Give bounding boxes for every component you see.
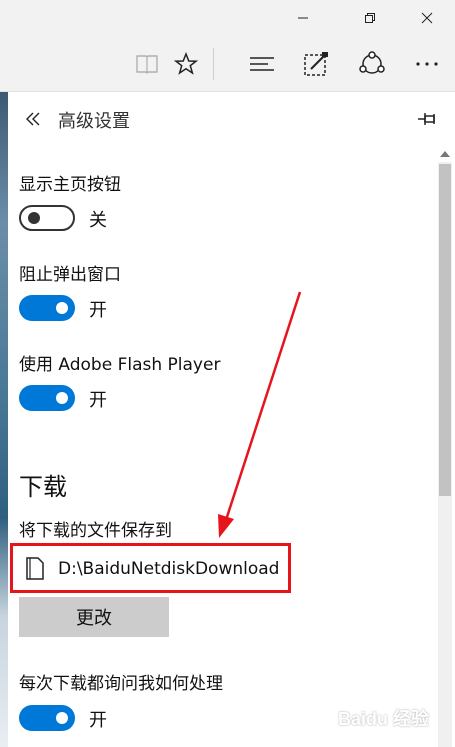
reading-view-button[interactable] xyxy=(127,36,167,92)
restore-button[interactable] xyxy=(347,0,393,36)
close-button[interactable] xyxy=(404,0,450,36)
toolbar-separator xyxy=(213,48,214,80)
minimize-icon xyxy=(298,17,308,19)
block-popups-toggle-state: 开 xyxy=(89,300,107,321)
hub-button[interactable] xyxy=(242,36,282,92)
home-button-setting-label: 显示主页按钮 xyxy=(19,175,121,195)
download-path-text: D:\BaiduNetdiskDownload xyxy=(58,559,280,579)
share-button[interactable] xyxy=(352,36,392,92)
back-button[interactable] xyxy=(20,106,46,132)
save-location-label: 将下载的文件保存到 xyxy=(19,521,172,541)
minimize-button[interactable] xyxy=(280,0,326,36)
caret-up-icon xyxy=(440,151,450,157)
watermark: Baidu 经验 xyxy=(338,709,430,729)
web-note-icon xyxy=(304,52,328,76)
web-note-button[interactable] xyxy=(296,36,336,92)
download-path-field: D:\BaiduNetdiskDownload xyxy=(10,543,291,593)
toggle-knob xyxy=(56,712,68,724)
flash-toggle[interactable] xyxy=(19,385,75,411)
ask-each-download-label: 每次下载都询问我如何处理 xyxy=(19,674,223,694)
hub-icon xyxy=(250,57,274,71)
close-icon xyxy=(421,12,433,24)
title-bar xyxy=(0,0,455,36)
home-button-toggle-state: 关 xyxy=(89,210,107,231)
browser-window: 高级设置 显示主页按钮 关 阻止弹出窗口 开 使用 Adobe Flash Pl… xyxy=(0,0,455,747)
panel-title: 高级设置 xyxy=(58,111,130,132)
folder-icon xyxy=(26,557,44,580)
panel-header: 高级设置 xyxy=(8,92,455,144)
toggle-knob xyxy=(56,302,68,314)
block-popups-toggle[interactable] xyxy=(19,295,75,321)
change-location-button[interactable]: 更改 xyxy=(19,597,169,637)
favorites-button[interactable] xyxy=(166,36,206,92)
block-popups-setting-label: 阻止弹出窗口 xyxy=(19,265,121,285)
ask-each-download-toggle[interactable] xyxy=(19,705,75,731)
downloads-section-title: 下载 xyxy=(19,473,67,501)
scroll-up-button[interactable] xyxy=(438,147,452,161)
star-icon xyxy=(174,52,198,75)
flash-toggle-state: 开 xyxy=(89,390,107,411)
share-icon xyxy=(359,51,385,74)
restore-icon xyxy=(365,13,375,23)
page-background-strip xyxy=(0,92,8,747)
more-icon xyxy=(416,62,438,66)
pin-icon xyxy=(418,113,435,125)
ask-each-download-toggle-state: 开 xyxy=(89,710,107,731)
home-button-toggle[interactable] xyxy=(19,205,75,231)
toggle-knob xyxy=(56,392,68,404)
scrollbar-thumb[interactable] xyxy=(439,164,451,496)
browser-toolbar xyxy=(0,36,455,92)
more-button[interactable] xyxy=(407,36,447,92)
toggle-knob xyxy=(28,212,40,224)
book-icon xyxy=(136,55,158,74)
pin-button[interactable] xyxy=(416,108,440,130)
flash-setting-label: 使用 Adobe Flash Player xyxy=(19,355,221,375)
double-chevron-left-icon xyxy=(26,112,40,126)
advanced-settings-panel: 高级设置 显示主页按钮 关 阻止弹出窗口 开 使用 Adobe Flash Pl… xyxy=(8,92,455,747)
